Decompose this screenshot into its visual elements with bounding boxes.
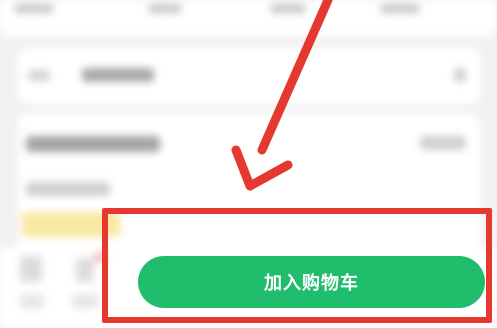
- top-info-card: [0, 0, 497, 36]
- coupon-tag: [22, 212, 120, 237]
- option-row-card[interactable]: [18, 48, 480, 104]
- add-to-cart-button[interactable]: 加入购物车: [138, 256, 485, 308]
- product-detail-screen: 加入购物车: [0, 0, 497, 328]
